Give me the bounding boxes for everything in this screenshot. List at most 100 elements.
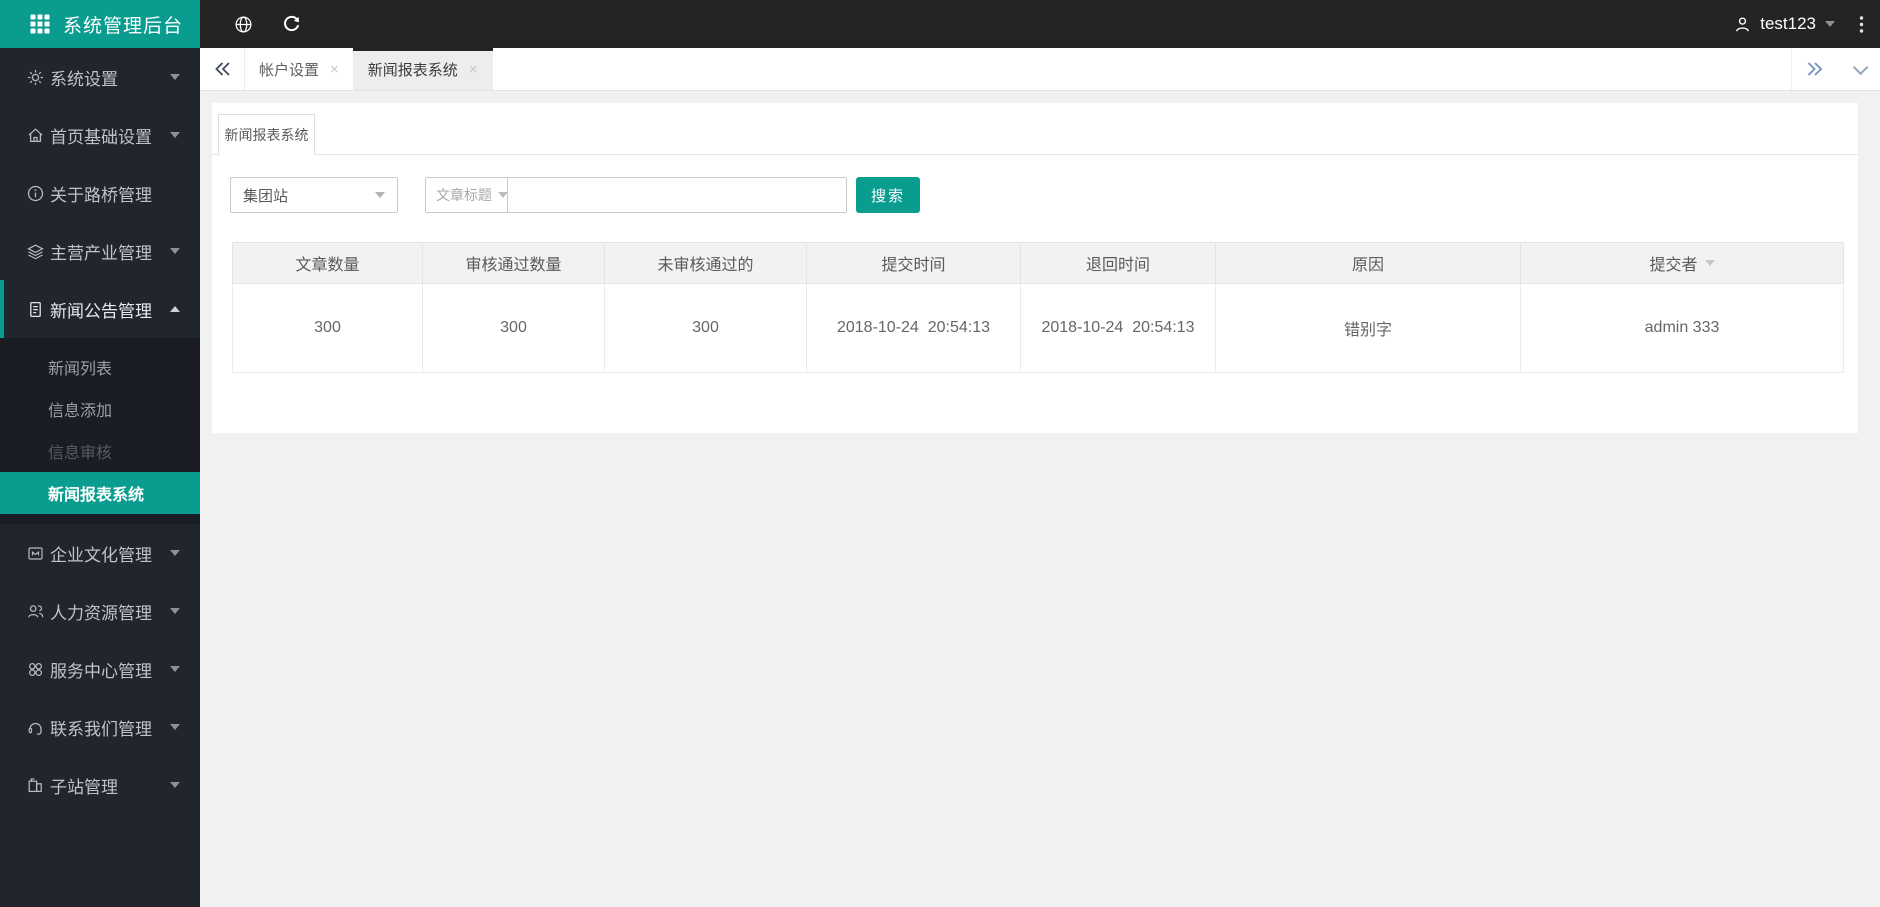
sidebar-subitem-news-report[interactable]: 新闻报表系统 — [0, 472, 200, 514]
chevron-down-icon — [375, 192, 385, 198]
people-icon — [26, 602, 45, 621]
col-submitter[interactable]: 提交者 — [1520, 242, 1844, 284]
user-menu[interactable]: test123 — [1733, 0, 1835, 48]
sidebar-item-culture[interactable]: 企业文化管理 — [0, 524, 200, 582]
panel-tab-news-report[interactable]: 新闻报表系统 — [218, 114, 315, 155]
close-icon[interactable]: × — [330, 62, 339, 77]
grid-logo-icon — [30, 14, 50, 34]
filter-row: 集团站 文章标题 搜索 — [230, 177, 1858, 213]
double-chevron-left-icon — [212, 60, 233, 78]
table-row: 300 300 300 2018-10-24 20:54:13 2018-10-… — [232, 283, 1844, 373]
col-submit-time: 提交时间 — [806, 242, 1021, 284]
sidebar-subitem-news-list[interactable]: 新闻列表 — [0, 346, 200, 388]
cell-return-time: 2018-10-24 20:54:13 — [1020, 283, 1216, 373]
keyword-input[interactable] — [507, 177, 847, 213]
tabstrip: 帐户设置 × 新闻报表系统 × — [200, 48, 1880, 91]
sidebar-item-label: 主营产业管理 — [50, 243, 152, 263]
sidebar-item-service-center[interactable]: 服务中心管理 — [0, 640, 200, 698]
clover-icon — [26, 660, 45, 679]
sidebar-item-about-luqiao[interactable]: 关于路桥管理 — [0, 164, 200, 222]
chevron-down-icon — [170, 248, 180, 254]
sidebar-item-contact[interactable]: 联系我们管理 — [0, 698, 200, 756]
chevron-down-icon — [1825, 21, 1835, 27]
cell-article-count: 300 — [232, 283, 423, 373]
chevron-up-icon — [170, 306, 180, 312]
title-field-label: 文章标题 — [436, 187, 492, 203]
topbar-right: test123 — [1733, 0, 1880, 48]
cell-approved-count: 300 — [422, 283, 605, 373]
sidebar-item-news-management[interactable]: 新闻公告管理 — [0, 280, 200, 338]
close-icon[interactable]: × — [469, 62, 478, 77]
sort-caret-icon — [1704, 260, 1715, 266]
sidebar-subitem-label: 信息添加 — [48, 403, 113, 420]
col-approved-count: 审核通过数量 — [422, 242, 605, 284]
tabs-menu-button[interactable] — [1836, 48, 1880, 90]
cell-reason: 错别字 — [1215, 283, 1521, 373]
sidebar-item-label: 服务中心管理 — [50, 661, 152, 681]
sidebar-item-main-industry[interactable]: 主营产业管理 — [0, 222, 200, 280]
chevron-down-icon — [170, 724, 180, 730]
sidebar-item-label: 联系我们管理 — [50, 719, 152, 739]
cell-submitter: admin 333 — [1520, 283, 1844, 373]
tab-account-settings[interactable]: 帐户设置 × — [244, 48, 354, 90]
sidebar-subitem-label: 新闻报表系统 — [48, 487, 145, 504]
sidebar-item-label: 子站管理 — [50, 777, 118, 797]
double-chevron-right-icon — [1804, 60, 1825, 78]
more-menu-button[interactable] — [1859, 0, 1864, 48]
refresh-icon — [282, 15, 301, 34]
info-icon — [26, 184, 45, 203]
chevron-down-icon — [170, 74, 180, 80]
site-select-value: 集团站 — [243, 187, 289, 205]
sidebar-subitem-info-add[interactable]: 信息添加 — [0, 388, 200, 430]
site-select[interactable]: 集团站 — [230, 177, 398, 213]
col-reason: 原因 — [1215, 242, 1521, 284]
tab-news-report[interactable]: 新闻报表系统 × — [352, 48, 493, 90]
panel-tab-label: 新闻报表系统 — [224, 126, 309, 143]
sidebar-item-label: 首页基础设置 — [50, 127, 152, 147]
document-icon — [26, 300, 45, 319]
report-table: 文章数量 审核通过数量 未审核通过的 提交时间 退回时间 原因 提交者 300 … — [232, 242, 1844, 373]
headset-icon — [26, 718, 45, 737]
home-icon — [26, 126, 45, 145]
main-content: 新闻报表系统 集团站 文章标题 搜索 文章数量 审核通过数量 未审核通过的 提交… — [200, 91, 1880, 907]
sidebar-item-subsite[interactable]: 子站管理 — [0, 756, 200, 814]
refresh-button[interactable] — [274, 0, 308, 48]
sidebar-subitem-label: 新闻列表 — [48, 361, 113, 378]
chevron-down-icon — [170, 666, 180, 672]
title-field-select[interactable]: 文章标题 — [425, 177, 508, 213]
sidebar-subitem-info-review[interactable]: 信息审核 — [0, 430, 200, 472]
globe-button[interactable] — [226, 0, 260, 48]
keyword-field-group: 文章标题 — [425, 177, 847, 213]
cell-unapproved-count: 300 — [604, 283, 807, 373]
sidebar-item-system-settings[interactable]: 系统设置 — [0, 48, 200, 106]
kebab-menu-icon — [1859, 15, 1864, 34]
tabstrip-right-controls — [1791, 48, 1880, 90]
app-title: 系统管理后台 — [63, 15, 184, 37]
sidebar-item-label: 新闻公告管理 — [50, 301, 152, 321]
tabs-scroll-right-button[interactable] — [1792, 48, 1836, 90]
sidebar-item-label: 企业文化管理 — [50, 545, 152, 565]
tabs-scroll-left-button[interactable] — [200, 48, 244, 90]
topbar-main: test123 — [200, 0, 1880, 48]
chevron-down-icon — [170, 550, 180, 556]
chevron-down-icon — [170, 782, 180, 788]
sidebar-item-label: 系统设置 — [50, 69, 118, 89]
chevron-down-icon — [170, 132, 180, 138]
col-return-time: 退回时间 — [1020, 242, 1216, 284]
username: test123 — [1760, 14, 1816, 33]
brand-logo: 系统管理后台 — [0, 0, 200, 48]
sidebar-item-homepage-settings[interactable]: 首页基础设置 — [0, 106, 200, 164]
buildings-icon — [26, 776, 45, 795]
sidebar-item-label: 关于路桥管理 — [50, 185, 152, 205]
topbar: 系统管理后台 test123 — [0, 0, 1880, 48]
col-article-count: 文章数量 — [232, 242, 423, 284]
cell-submit-time: 2018-10-24 20:54:13 — [806, 283, 1021, 373]
globe-icon — [234, 15, 253, 34]
layers-icon — [26, 242, 45, 261]
news-submenu: 新闻列表 信息添加 信息审核 新闻报表系统 — [0, 338, 200, 524]
chevron-down-icon — [1852, 59, 1868, 75]
sidebar-item-hr[interactable]: 人力资源管理 — [0, 582, 200, 640]
table-header-row: 文章数量 审核通过数量 未审核通过的 提交时间 退回时间 原因 提交者 — [232, 242, 1844, 284]
col-unapproved-count: 未审核通过的 — [604, 242, 807, 284]
search-button[interactable]: 搜索 — [856, 177, 920, 213]
